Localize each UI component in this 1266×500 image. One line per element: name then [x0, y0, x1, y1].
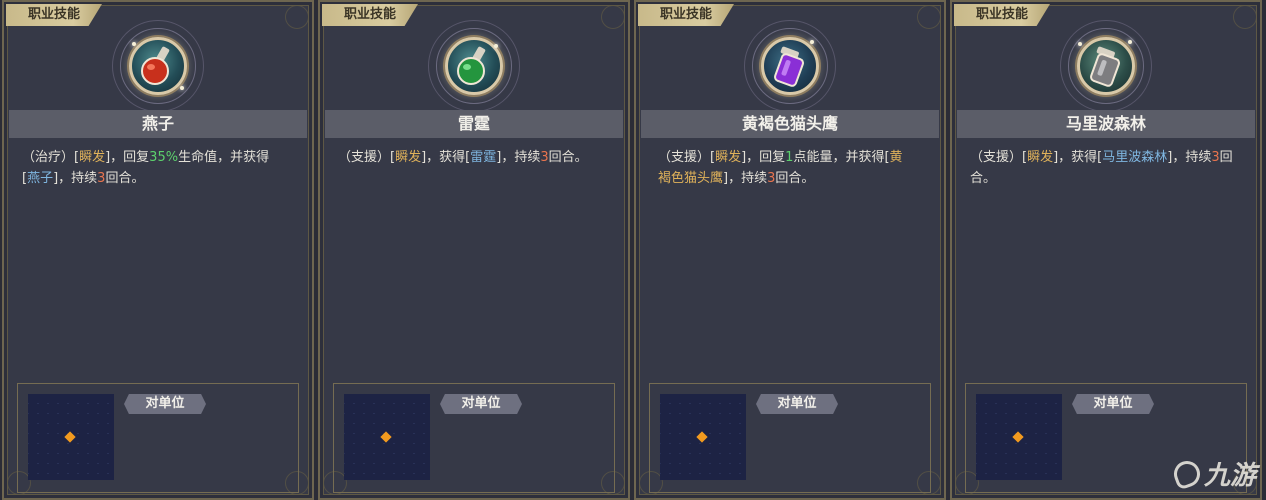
skill-description: （支援）[瞬发]，获得[马里波森林]，持续3回合。 — [970, 147, 1246, 189]
site-watermark: 九游 — [1170, 455, 1256, 492]
desc-text: ]，回复 — [105, 150, 150, 165]
range-grid — [976, 394, 1062, 480]
target-range-panel: 对单位 — [333, 383, 615, 493]
desc-text: 回合。 — [548, 150, 588, 165]
sparkle — [810, 40, 814, 44]
section-tag: 职业技能 — [322, 4, 418, 26]
corner-ornament — [1233, 5, 1257, 29]
target-range-panel: 对单位 — [17, 383, 299, 493]
target-marker-icon — [696, 431, 708, 443]
desc-text: 生命值，并获得 — [178, 150, 270, 165]
target-range-panel: 对单位 — [649, 383, 931, 493]
skill-emblem — [428, 20, 520, 112]
skill-card-thunder[interactable]: 职业技能 雷霆 （支援）[瞬发]，获得[雷霆]，持续3回合。 对单位 — [318, 0, 630, 500]
desc-text: （支援）[ — [658, 150, 716, 165]
heal-value: 35% — [149, 150, 179, 165]
desc-text: ]，持续 — [53, 171, 98, 186]
silver-potion-jar-icon — [1090, 46, 1120, 87]
skill-emblem — [744, 20, 836, 112]
section-tag: 职业技能 — [6, 4, 102, 26]
skill-card-marybo-forest[interactable]: 职业技能 马里波森林 （支援）[瞬发]，获得[马里波森林]，持续3回合。 对单位 — [950, 0, 1262, 500]
desc-text: （治疗）[ — [22, 150, 80, 165]
range-grid — [344, 394, 430, 480]
target-marker-icon — [64, 431, 76, 443]
keyword-instant: 瞬发 — [1027, 150, 1054, 165]
desc-text: （支援）[ — [338, 150, 396, 165]
desc-text: 回合。 — [775, 171, 815, 186]
desc-text: 点能量，并获得[ — [793, 150, 890, 165]
sparkle — [494, 44, 498, 48]
corner-ornament — [601, 5, 625, 29]
skill-card-tawny-owl[interactable]: 职业技能 黄褐色猫头鹰 （支援）[瞬发]，回复1点能量，并获得[黄 褐色猫头鹰]，… — [634, 0, 946, 500]
skill-emblem — [112, 20, 204, 112]
skill-card-swallow[interactable]: 职业技能 燕子 （治疗）[瞬发]，回复35%生命值，并获得 [燕子]，持续3回合。… — [2, 0, 314, 500]
section-tag: 职业技能 — [638, 4, 734, 26]
desc-text: ]，获得[ — [1053, 150, 1103, 165]
skill-name: 燕子 — [9, 110, 307, 138]
buff-name: 雷霆 — [470, 150, 497, 165]
desc-text: ]，获得[ — [421, 150, 471, 165]
desc-text: 回合。 — [105, 171, 145, 186]
skill-description: （支援）[瞬发]，获得[雷霆]，持续3回合。 — [338, 147, 614, 168]
skill-emblem — [1060, 20, 1152, 112]
corner-ornament — [917, 5, 941, 29]
turn-count: 3 — [1211, 150, 1220, 165]
skill-name: 黄褐色猫头鹰 — [641, 110, 939, 138]
skill-name: 雷霆 — [325, 110, 623, 138]
desc-text: ]，持续 — [1167, 150, 1212, 165]
skill-name: 马里波森林 — [957, 110, 1255, 138]
corner-ornament — [285, 5, 309, 29]
desc-text: （支援）[ — [970, 150, 1028, 165]
purple-potion-jar-icon — [774, 46, 804, 87]
section-tag: 职业技能 — [954, 4, 1050, 26]
target-type-label: 对单位 — [440, 394, 522, 414]
range-grid — [28, 394, 114, 480]
target-marker-icon — [1012, 431, 1024, 443]
desc-text: ]，回复 — [741, 150, 786, 165]
buff-name: 燕子 — [27, 171, 54, 186]
desc-text: ]，持续 — [723, 171, 768, 186]
target-type-label: 对单位 — [1072, 394, 1154, 414]
keyword-instant: 瞬发 — [715, 150, 742, 165]
target-type-label: 对单位 — [756, 394, 838, 414]
sparkle — [1128, 40, 1132, 44]
keyword-instant: 瞬发 — [79, 150, 106, 165]
sparkle — [1078, 42, 1082, 46]
nine-game-logo-icon — [1170, 456, 1204, 491]
turn-count: 3 — [540, 150, 549, 165]
target-marker-icon — [380, 431, 392, 443]
keyword-instant: 瞬发 — [395, 150, 422, 165]
desc-text: ]，持续 — [496, 150, 541, 165]
buff-name: 黄 — [889, 150, 903, 165]
sparkle — [132, 42, 136, 46]
sparkle — [180, 86, 184, 90]
target-type-label: 对单位 — [124, 394, 206, 414]
watermark-text: 九游 — [1203, 461, 1256, 491]
buff-name: 褐色猫头鹰 — [658, 171, 724, 186]
skill-description: （支援）[瞬发]，回复1点能量，并获得[黄 褐色猫头鹰]，持续3回合。 — [658, 147, 930, 189]
skill-description: （治疗）[瞬发]，回复35%生命值，并获得 [燕子]，持续3回合。 — [22, 147, 298, 189]
buff-name: 马里波森林 — [1102, 150, 1168, 165]
range-grid — [660, 394, 746, 480]
red-potion-flask-icon — [141, 46, 170, 85]
